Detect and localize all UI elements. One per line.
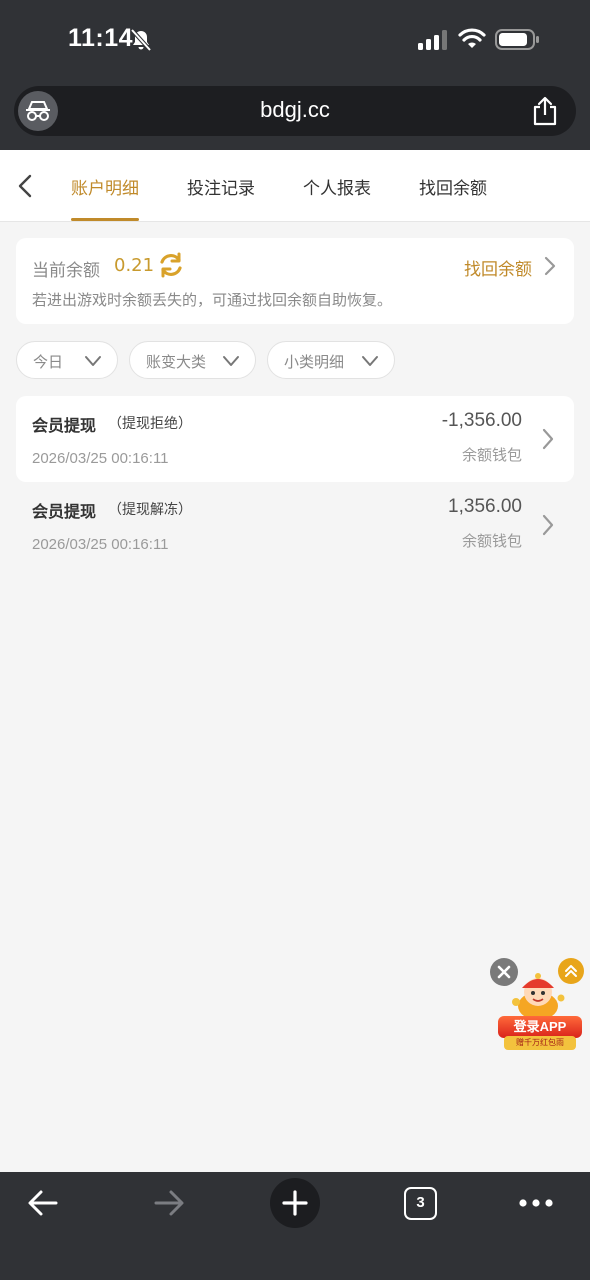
share-icon[interactable] [532, 96, 558, 126]
browser-bottom-toolbar: 3 [0, 1172, 590, 1280]
url-text[interactable]: bdgj.cc [14, 97, 576, 123]
transaction-amount: 1,356.00 [448, 496, 522, 517]
balance-hint: 若进出游戏时余额丢失的，可通过找回余额自助恢复。 [32, 291, 393, 309]
refresh-icon[interactable] [158, 252, 184, 278]
tab-switcher-button[interactable]: 3 [404, 1187, 437, 1220]
transaction-row[interactable]: 会员提现 （提现解冻） 2026/03/25 00:16:11 1,356.00… [16, 482, 574, 568]
tab-bet-records[interactable]: 投注记录 [187, 174, 255, 199]
wifi-icon [458, 28, 486, 48]
scroll-to-top-icon[interactable] [558, 958, 584, 984]
chevron-down-icon [223, 356, 239, 366]
new-tab-button[interactable] [270, 1178, 320, 1228]
browser-top-chrome: 11:14 bdgj.cc [0, 0, 590, 150]
promo-close-icon[interactable] [490, 958, 518, 986]
transaction-wallet: 余额钱包 [461, 532, 522, 550]
filter-sub-category[interactable]: 小类明细 [267, 341, 395, 379]
transaction-amount: -1,356.00 [441, 410, 522, 431]
chevron-down-icon [85, 356, 101, 366]
transaction-row[interactable]: 会员提现 （提现拒绝） 2026/03/25 00:16:11 -1,356.0… [16, 396, 574, 482]
bell-off-icon [130, 28, 152, 52]
chevron-right-icon [542, 514, 554, 536]
back-chevron-icon[interactable] [14, 172, 38, 200]
status-time: 11:14 [68, 24, 134, 52]
transaction-time: 2026/03/25 00:16:11 [32, 536, 169, 553]
address-bar[interactable]: bdgj.cc [14, 86, 576, 136]
cellular-signal-icon [418, 30, 447, 50]
back-arrow-icon[interactable] [26, 1188, 60, 1218]
balance-value: 0.21 [114, 255, 155, 276]
recover-balance-link[interactable]: 找回余额 [464, 255, 532, 280]
tab-header: 账户明细 投注记录 个人报表 找回余额 [0, 150, 590, 222]
chevron-right-icon[interactable] [542, 254, 558, 278]
transaction-subtype: （提现拒绝） [108, 416, 192, 432]
transaction-list: 会员提现 （提现拒绝） 2026/03/25 00:16:11 -1,356.0… [16, 396, 574, 568]
active-tab-indicator [71, 218, 139, 221]
balance-card: 当前余额 0.21 找回余额 若进出游戏时余额丢失的，可通过找回余额自助恢复。 [16, 238, 574, 324]
transaction-title: 会员提现 [32, 416, 97, 435]
tab-personal-report[interactable]: 个人报表 [303, 174, 371, 199]
promo-label: 登录APP [498, 1016, 582, 1038]
filter-date[interactable]: 今日 [16, 341, 118, 379]
chevron-right-icon [542, 428, 554, 450]
transaction-subtype: （提现解冻） [108, 502, 192, 518]
battery-icon [495, 29, 539, 50]
chevron-down-icon [362, 356, 378, 366]
plus-icon [282, 1190, 308, 1216]
filter-major-category[interactable]: 账变大类 [129, 341, 256, 379]
filter-major-category-label: 账变大类 [146, 353, 207, 371]
transaction-title: 会员提现 [32, 502, 97, 521]
balance-label: 当前余额 [32, 261, 100, 281]
forward-arrow-icon[interactable] [152, 1188, 186, 1218]
promo-sublabel: 赠千万红包雨 [504, 1036, 576, 1050]
filter-sub-category-label: 小类明细 [284, 353, 345, 371]
filter-date-label: 今日 [33, 353, 64, 371]
tab-account-details[interactable]: 账户明细 [71, 174, 139, 199]
more-options-icon[interactable] [518, 1198, 554, 1208]
transaction-time: 2026/03/25 00:16:11 [32, 450, 169, 467]
tab-recover-balance[interactable]: 找回余额 [419, 174, 487, 199]
app-download-promo[interactable]: 登录APP 赠千万红包雨 [490, 956, 586, 1054]
transaction-wallet: 余额钱包 [461, 446, 522, 464]
